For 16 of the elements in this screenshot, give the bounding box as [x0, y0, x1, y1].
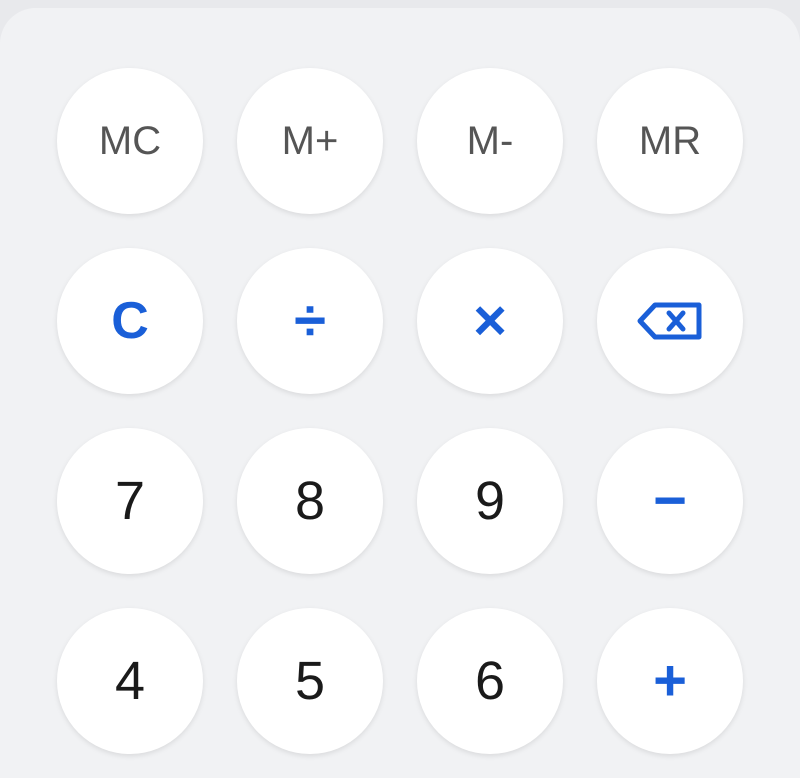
- memory-key[interactable]: M+: [237, 68, 383, 214]
- clear-key[interactable]: C: [57, 248, 203, 394]
- digit-key[interactable]: 6: [417, 608, 563, 754]
- backspace-icon: [637, 302, 703, 340]
- memory-key[interactable]: M-: [417, 68, 563, 214]
- memory-key[interactable]: MC: [57, 68, 203, 214]
- memory-key[interactable]: MR: [597, 68, 743, 214]
- digit-key[interactable]: 8: [237, 428, 383, 574]
- digit-key[interactable]: 5: [237, 608, 383, 754]
- operator-key[interactable]: +: [597, 608, 743, 754]
- digit-key[interactable]: 4: [57, 608, 203, 754]
- operator-key[interactable]: ÷: [237, 248, 383, 394]
- digit-key[interactable]: 9: [417, 428, 563, 574]
- operator-key[interactable]: −: [597, 428, 743, 574]
- digit-key[interactable]: 7: [57, 428, 203, 574]
- operator-key[interactable]: ×: [417, 248, 563, 394]
